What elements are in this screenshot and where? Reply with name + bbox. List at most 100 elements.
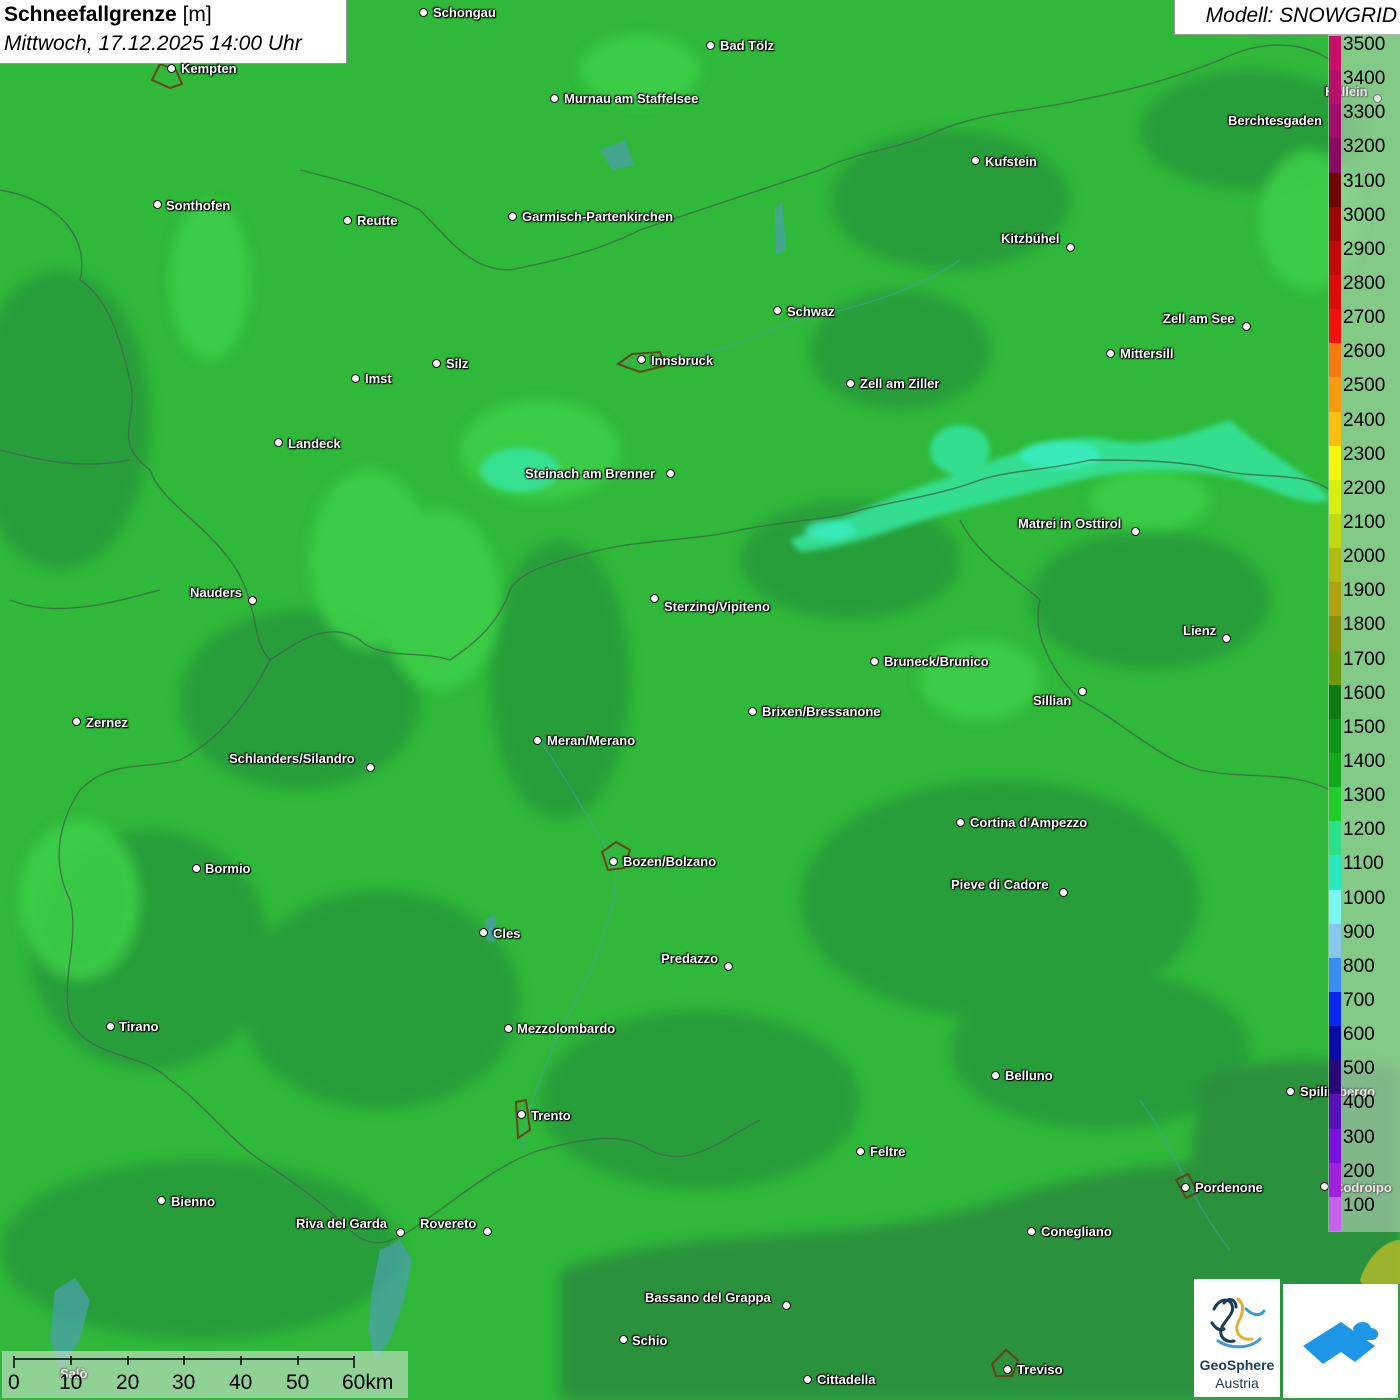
legend-label: 500 [1343, 1058, 1375, 1080]
place-marker-icon [706, 41, 715, 50]
place-label: Zell am Ziller [860, 376, 940, 391]
place-label: Conegliano [1041, 1224, 1112, 1239]
place-label: Imst [365, 371, 392, 386]
legend-label: 2600 [1343, 341, 1386, 363]
legend-swatch [1329, 138, 1341, 174]
place-label: Landeck [288, 436, 341, 451]
place-label: Garmisch-Partenkirchen [522, 209, 674, 224]
legend-swatch [1329, 1094, 1341, 1130]
place-marker-icon [366, 763, 375, 772]
place-label: Schlanders/Silandro [229, 751, 355, 766]
legend-color-bar [1329, 36, 1341, 1232]
map-title-box: Schneefallgrenze [m] Mittwoch, 17.12.202… [0, 0, 347, 64]
model-label-box: Modell: SNOWGRID [1174, 0, 1400, 35]
place-label: Matrei in Osttirol [1018, 516, 1122, 531]
place-marker-icon [650, 594, 659, 603]
legend-label: 1400 [1343, 751, 1386, 772]
legend-swatch [1329, 616, 1341, 652]
legend-label: 400 [1343, 1092, 1375, 1114]
place-marker-icon [856, 1147, 865, 1156]
legend-label: 2500 [1343, 375, 1386, 397]
place-label: Belluno [1005, 1068, 1053, 1083]
place-label: Riva del Garda [296, 1216, 388, 1231]
legend-swatch [1329, 1128, 1341, 1164]
place-label: Predazzo [661, 951, 719, 966]
legend-swatch [1329, 753, 1341, 788]
legend-swatch [1329, 445, 1341, 481]
legend-label: 1900 [1343, 580, 1386, 602]
legend-label: 1500 [1343, 716, 1386, 738]
legend-swatch [1329, 787, 1341, 822]
legend-swatch [1329, 172, 1341, 208]
scale-label-60km: 60km [342, 1371, 394, 1394]
model-label: Modell: SNOWGRID [1205, 4, 1397, 27]
legend-swatch [1329, 821, 1341, 856]
geosphere-logo-line2: Austria [1215, 1375, 1259, 1391]
legend-swatch [1329, 548, 1341, 583]
legend-swatch [1329, 855, 1341, 891]
place-marker-icon [106, 1022, 115, 1031]
place-label: Silz [446, 356, 469, 371]
legend-label: 3400 [1343, 68, 1386, 90]
legend-swatch [1329, 1196, 1341, 1232]
legend-label: 700 [1343, 990, 1375, 1011]
place-label: Cles [493, 926, 521, 941]
legend-label: 2200 [1343, 477, 1386, 499]
legend-label: 600 [1343, 1024, 1375, 1046]
place-label: Feltre [870, 1144, 906, 1159]
legend-swatch [1329, 684, 1341, 720]
place-marker-icon [483, 1227, 492, 1236]
place-marker-icon [1078, 687, 1087, 696]
place-label: Trento [531, 1108, 571, 1123]
legend-swatch [1329, 582, 1341, 617]
place-label: Schwaz [787, 304, 835, 319]
place-label: Zernez [86, 715, 128, 730]
place-marker-icon [192, 864, 201, 873]
place-label: Sonthofen [166, 198, 231, 213]
place-label: Treviso [1017, 1362, 1063, 1377]
place-marker-icon [1027, 1227, 1036, 1236]
map-title: Schneefallgrenze [m] [4, 3, 212, 27]
place-marker-icon [432, 359, 441, 368]
legend-label: 3100 [1343, 170, 1386, 192]
place-marker-icon [1106, 349, 1115, 358]
snowgrid-app-logo[interactable] [1283, 1284, 1398, 1398]
legend-label: 1800 [1343, 614, 1386, 636]
legend-label: 1000 [1343, 887, 1386, 909]
place-label: Sterzing/Vipiteno [664, 599, 770, 614]
legend-label: 2000 [1343, 546, 1386, 568]
place-label: Murnau am Staffelsee [564, 91, 699, 106]
place-label: Mittersill [1120, 346, 1174, 361]
scale-label-30: 30 [172, 1371, 196, 1394]
legend-swatch [1329, 411, 1341, 447]
place-label: Lienz [1183, 623, 1217, 638]
legend-swatch [1329, 377, 1341, 413]
place-marker-icon [1059, 888, 1068, 897]
legend-swatch [1329, 309, 1341, 344]
legend-swatch [1329, 36, 1341, 71]
place-marker-icon [550, 94, 559, 103]
place-label: Bruneck/Brunico [884, 654, 989, 669]
legend-label: 1100 [1343, 853, 1384, 875]
place-marker-icon [724, 962, 733, 971]
place-marker-icon [248, 596, 257, 605]
place-label: Kempten [181, 61, 237, 76]
legend-label: 2300 [1343, 443, 1386, 465]
title-unit: [m] [182, 3, 212, 26]
scale-label-40: 40 [229, 1371, 253, 1394]
geosphere-austria-logo[interactable]: GeoSphere Austria [1194, 1279, 1280, 1397]
legend-swatch [1329, 992, 1341, 1027]
place-label: Kitzbühel [1001, 231, 1060, 246]
legend-label: 3200 [1343, 136, 1386, 158]
place-marker-icon [1181, 1183, 1190, 1192]
place-label: Brixen/Bressanone [762, 704, 881, 719]
place-marker-icon [1066, 243, 1075, 252]
place-label: Pieve di Cadore [951, 877, 1049, 892]
place-marker-icon [1242, 322, 1251, 331]
scale-bar: 0 10 20 30 40 50 60km [2, 1351, 408, 1398]
legend-swatch [1329, 718, 1341, 754]
place-marker-icon [773, 306, 782, 315]
legend-label: 2900 [1343, 238, 1386, 260]
place-marker-icon [782, 1301, 791, 1310]
place-label: Tirano [119, 1019, 159, 1034]
